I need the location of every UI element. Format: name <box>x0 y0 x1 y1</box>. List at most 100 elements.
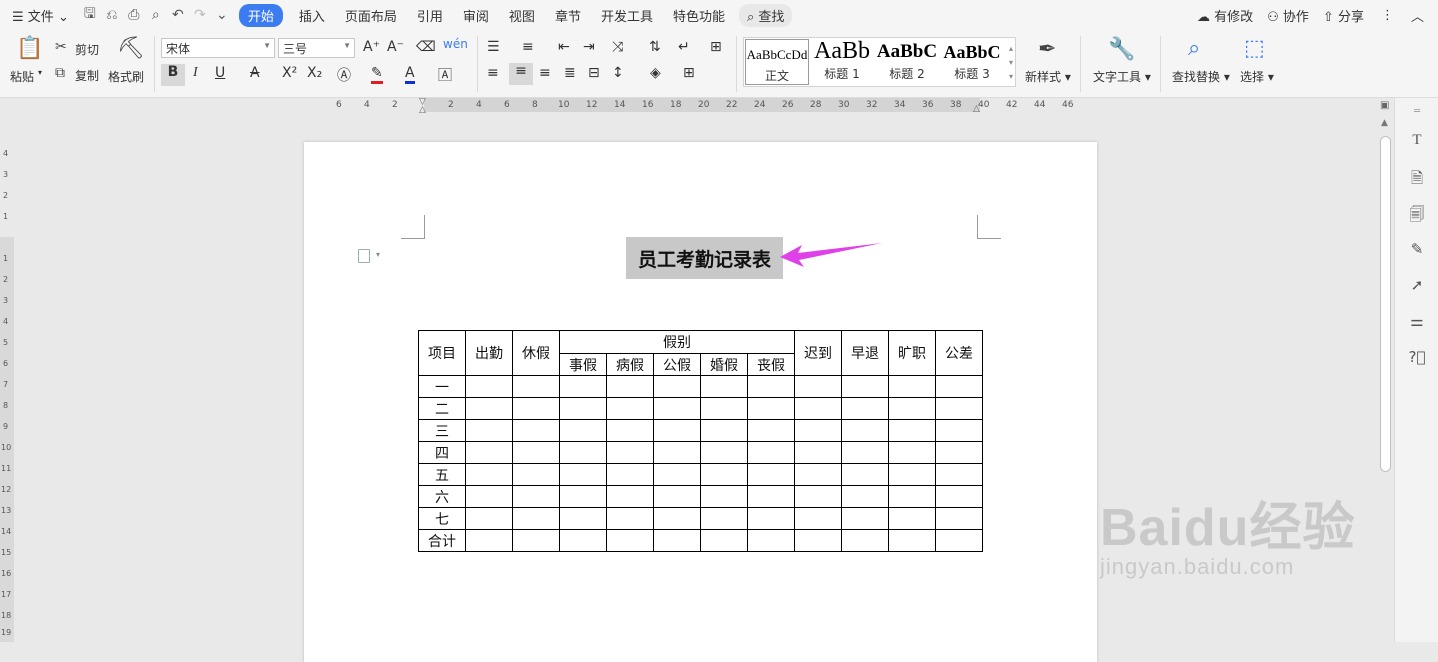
table-cell[interactable] <box>700 397 748 420</box>
table-subheader-cell[interactable]: 婚假 <box>700 353 748 376</box>
table-cell[interactable] <box>512 441 560 464</box>
table-cell[interactable] <box>794 529 842 552</box>
table-cell[interactable] <box>512 529 560 552</box>
horizontal-ruler[interactable]: 6 4 2 2 4 6 8 10 12 14 16 18 20 22 24 26… <box>0 98 1378 115</box>
ruler-toggle-icon[interactable]: ▣ <box>1380 100 1389 111</box>
table-subheader-cell[interactable]: 丧假 <box>747 353 795 376</box>
select-button[interactable]: 选择 ▾ <box>1240 68 1274 85</box>
table-header-cell[interactable]: 早退 <box>841 330 889 376</box>
borders-icon[interactable]: ⊞ <box>683 65 695 81</box>
tab-special[interactable]: 特色功能 <box>663 6 735 25</box>
table-cell[interactable] <box>653 507 701 530</box>
show-marks-icon[interactable]: ↵ <box>678 39 690 55</box>
table-cell[interactable] <box>606 397 654 420</box>
table-cell[interactable] <box>888 507 936 530</box>
save-icon[interactable]: 🖫 <box>79 4 101 26</box>
table-cell[interactable] <box>559 441 607 464</box>
scroll-up-icon[interactable]: ▲ <box>1381 118 1388 128</box>
cut-icon[interactable]: ✂ <box>55 39 67 55</box>
table-cell[interactable] <box>559 507 607 530</box>
attendance-table[interactable]: 项目 出勤 休假 假别 迟到 早退 旷职 公差 事假 病假 公假 婚假 丧假 一… <box>418 330 983 552</box>
table-cell[interactable] <box>559 485 607 508</box>
cursor-select-icon[interactable]: ➚ <box>1407 276 1427 296</box>
vertical-scrollbar[interactable]: ▣ ▲ <box>1378 98 1394 642</box>
table-cell[interactable] <box>794 419 842 442</box>
table-subheader-cell[interactable]: 事假 <box>559 353 607 376</box>
decrease-indent-icon[interactable]: ⇤ <box>558 39 570 55</box>
subscript-button[interactable]: X₂ <box>307 65 322 81</box>
file-menu[interactable]: ☰ 文件 ⌄ <box>0 6 79 25</box>
table-cell[interactable] <box>935 529 983 552</box>
scrollbar-thumb[interactable] <box>1380 136 1391 472</box>
font-size-select[interactable]: 三号 ▼ <box>278 38 355 58</box>
style-heading-2[interactable]: AaBbC 标题 2 <box>875 38 939 86</box>
table-cell[interactable] <box>935 375 983 398</box>
search-button[interactable]: ⌕ 查找 <box>738 3 793 27</box>
tab-home[interactable]: 开始 <box>238 3 283 27</box>
distributed-icon[interactable]: ⊟ <box>588 65 600 81</box>
align-right-icon[interactable]: ≡ <box>539 65 551 81</box>
table-cell[interactable] <box>559 419 607 442</box>
copy-icon[interactable]: ⧉ <box>55 65 65 81</box>
table-cell[interactable] <box>700 441 748 464</box>
font-color-button[interactable]: A <box>405 65 415 84</box>
line-spacing-icon[interactable]: ↕ <box>612 65 624 81</box>
table-cell[interactable] <box>794 375 842 398</box>
grow-font-icon[interactable]: A⁺ <box>363 39 380 55</box>
cut-label[interactable]: 剪切 <box>75 41 99 58</box>
new-style-button[interactable]: 新样式 ▾ <box>1025 68 1071 85</box>
align-center-icon[interactable]: ≡ <box>509 63 533 85</box>
table-cell[interactable] <box>747 507 795 530</box>
table-cell[interactable] <box>559 397 607 420</box>
table-cell[interactable] <box>512 375 560 398</box>
style-normal[interactable]: AaBbCcDd 正文 <box>745 39 809 85</box>
table-cell[interactable] <box>794 507 842 530</box>
table-cell[interactable] <box>935 441 983 464</box>
new-style-icon[interactable]: ✒ <box>1038 37 1056 62</box>
justify-icon[interactable]: ≣ <box>564 65 576 81</box>
table-cell[interactable] <box>700 507 748 530</box>
table-cell[interactable] <box>935 419 983 442</box>
shrink-font-icon[interactable]: A⁻ <box>387 39 404 55</box>
pen-icon[interactable]: ✎ <box>1407 240 1427 260</box>
table-cell[interactable] <box>747 397 795 420</box>
table-cell[interactable] <box>700 529 748 552</box>
table-cell[interactable] <box>888 529 936 552</box>
document-page[interactable]: ▾ 员工考勤记录表 项目 出勤 休假 假别 迟到 早退 旷职 公差 事假 病假 … <box>304 142 1097 662</box>
table-cell[interactable] <box>841 375 889 398</box>
table-header-cell[interactable]: 旷职 <box>888 330 936 376</box>
table-cell[interactable] <box>512 463 560 486</box>
table-cell[interactable] <box>888 463 936 486</box>
paste-label[interactable]: 粘贴 <box>10 68 34 85</box>
clear-format-icon[interactable]: ⌫ <box>416 39 436 55</box>
table-cell[interactable] <box>512 507 560 530</box>
redo-icon[interactable]: ↷ <box>189 4 211 26</box>
table-cell[interactable] <box>465 441 513 464</box>
modified-button[interactable]: ☁ 有修改 <box>1190 6 1260 25</box>
table-cell[interactable] <box>841 507 889 530</box>
underline-button[interactable]: U <box>215 65 225 81</box>
help-icon[interactable]: ?⃝ <box>1407 348 1427 368</box>
document-settings-icon[interactable]: 🗐 <box>1407 204 1427 224</box>
table-cell[interactable] <box>606 485 654 508</box>
table-cell[interactable] <box>888 419 936 442</box>
numbered-list-icon[interactable]: ≡ <box>522 39 534 55</box>
collaborate-button[interactable]: ⚇ 协作 <box>1260 6 1316 25</box>
table-cell[interactable] <box>935 507 983 530</box>
highlight-button[interactable]: ✎ <box>371 65 383 84</box>
document-outline-icon[interactable]: 🗎 <box>1407 168 1427 188</box>
table-cell[interactable] <box>841 463 889 486</box>
table-header-cell[interactable]: 项目 <box>418 330 466 376</box>
sort-icon[interactable]: ⇅ <box>649 39 661 55</box>
table-cell[interactable] <box>606 463 654 486</box>
font-name-select[interactable]: 宋体 ▼ <box>161 38 275 58</box>
superscript-button[interactable]: X² <box>282 65 297 81</box>
table-cell[interactable] <box>465 463 513 486</box>
table-cell[interactable] <box>794 397 842 420</box>
text-effect-button[interactable]: Ⓐ <box>337 65 351 85</box>
chevron-down-icon[interactable]: ▾ <box>376 250 380 259</box>
row-label-cell[interactable]: 二 <box>418 397 466 420</box>
phonetic-guide-icon[interactable]: wén <box>443 37 468 51</box>
align-left-icon[interactable]: ≡ <box>487 65 499 81</box>
table-cell[interactable] <box>512 419 560 442</box>
